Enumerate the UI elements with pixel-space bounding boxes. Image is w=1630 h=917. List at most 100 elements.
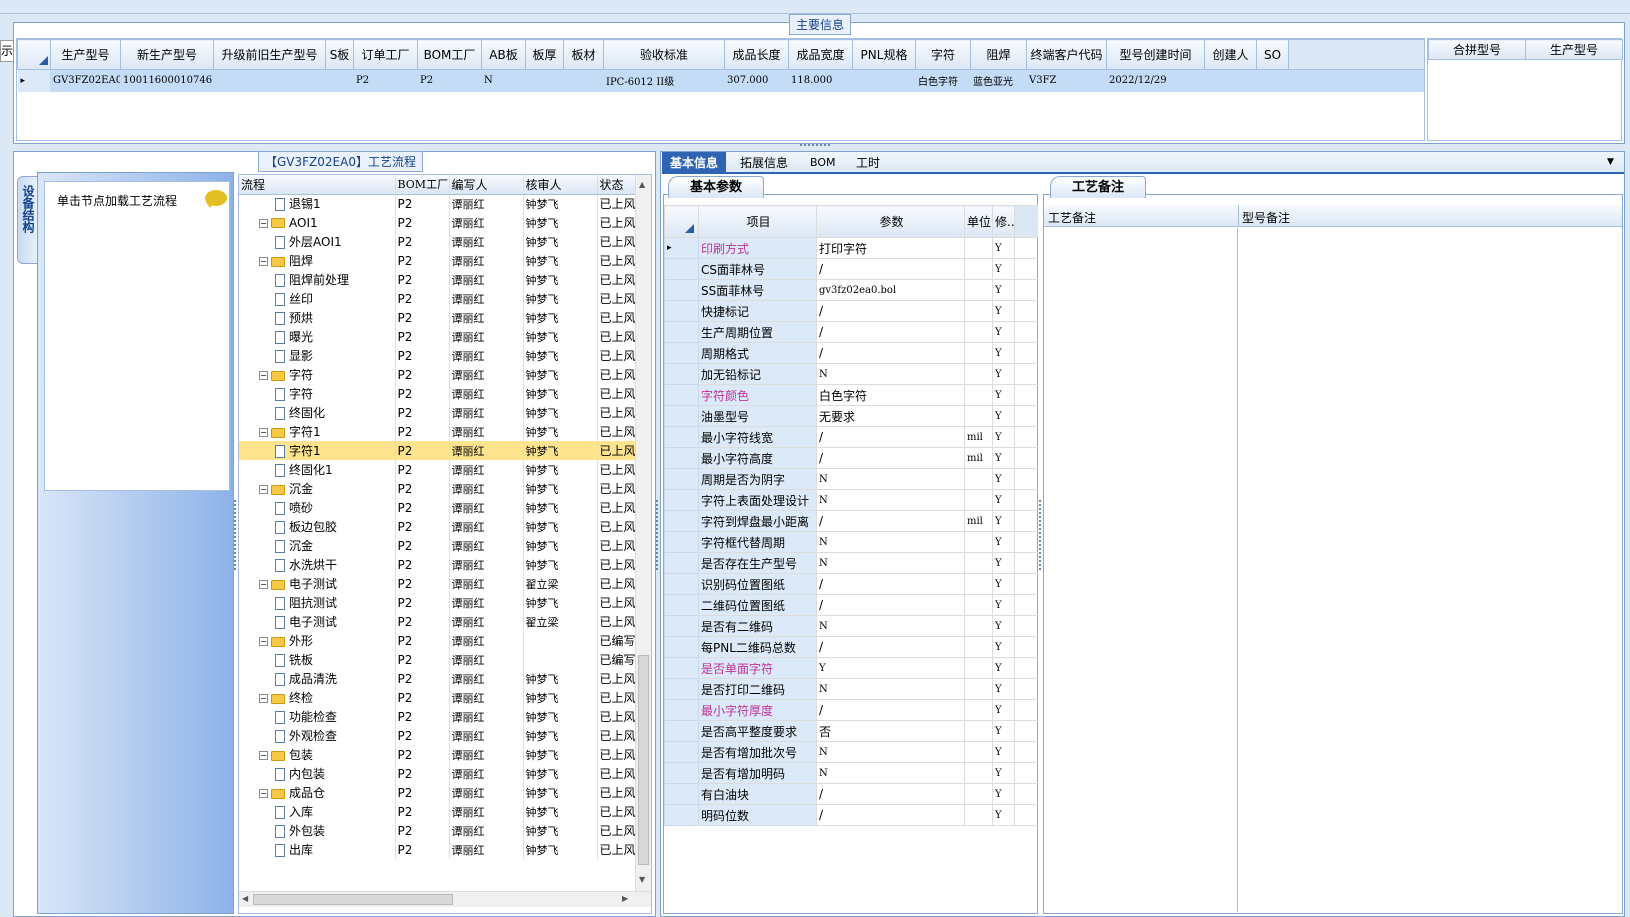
param-row[interactable]: 是否有二维码 N Y [664, 615, 1038, 637]
param-row[interactable]: 字符框代替周期 N Y [664, 531, 1038, 553]
main-col-header[interactable]: 型号创建时间 [1106, 39, 1205, 70]
flow-row[interactable]: 沉金 P2 谭丽红 钟梦飞 已上风 [239, 536, 636, 555]
params-section-tab[interactable]: 基本参数 [668, 176, 764, 198]
flow-col-header[interactable]: 流程 [239, 175, 396, 195]
param-value[interactable]: / [816, 426, 965, 448]
param-row[interactable]: 有白油块 / Y [664, 783, 1038, 805]
param-value[interactable]: / [816, 573, 965, 595]
main-col-header[interactable]: 板厚 [525, 39, 564, 70]
main-col-header[interactable]: SO [1256, 39, 1289, 70]
param-value[interactable]: N [816, 762, 965, 784]
param-value[interactable]: / [816, 699, 965, 721]
main-col-header[interactable]: S板 [325, 39, 354, 70]
param-row[interactable]: 是否有增加明码 N Y [664, 762, 1038, 784]
col-item-header[interactable]: 项目 [698, 205, 817, 238]
collapse-icon[interactable]: − [259, 218, 268, 228]
param-value[interactable]: N [816, 468, 965, 490]
main-col-header[interactable]: 创建人 [1204, 39, 1257, 70]
flow-row[interactable]: 外包装 P2 谭丽红 钟梦飞 已上风 [239, 821, 636, 840]
flow-col-header[interactable]: 状态 [597, 175, 636, 195]
tab-bom[interactable]: BOM [802, 152, 844, 174]
param-row[interactable]: SS面菲林号 gv3fz02ea0.bol Y [664, 279, 1038, 301]
flow-row[interactable]: 铣板 P2 谭丽红 已编写 [239, 650, 636, 669]
process-remark-text[interactable] [1044, 228, 1238, 912]
param-value[interactable]: N [816, 741, 965, 763]
collapse-icon[interactable]: − [259, 580, 268, 589]
collapse-icon[interactable]: − [259, 637, 268, 646]
flow-col-header[interactable]: 编写人 [449, 175, 524, 195]
flow-row[interactable]: − 阻焊 P2 谭丽红 钟梦飞 已上风 [239, 251, 636, 270]
flow-row[interactable]: − 字符 P2 谭丽红 钟梦飞 已上风 [239, 365, 636, 384]
vertical-splitter-0[interactable] [234, 500, 238, 570]
dropdown-arrow-icon[interactable]: ▼ [1607, 157, 1614, 167]
param-row[interactable]: ▸ 印刷方式 打印字符 Y [664, 237, 1038, 259]
main-col-header[interactable]: 阻焊 [970, 39, 1027, 70]
flow-row[interactable]: 字符 P2 谭丽红 钟梦飞 已上风 [239, 384, 636, 403]
main-col-header[interactable]: 成品长度 [724, 39, 789, 70]
main-info-row[interactable]: ▸ GV3FZ02EA0 10011600010746 P2 P2 N IPC-6012 I… [17, 69, 1424, 92]
flow-row[interactable]: 阻抗测试 P2 谭丽红 钟梦飞 已上风 [239, 593, 636, 612]
main-cell[interactable]: N [481, 69, 526, 92]
flow-hscroll-thumb[interactable] [253, 894, 453, 905]
process-remark-header[interactable]: 工艺备注 [1048, 209, 1096, 226]
param-value[interactable]: / [816, 783, 965, 805]
param-value[interactable]: 无要求 [816, 405, 965, 427]
collapse-icon[interactable]: − [259, 751, 268, 760]
flow-row[interactable]: 显影 P2 谭丽红 钟梦飞 已上风 [239, 346, 636, 365]
param-row[interactable]: 最小字符线宽 / mil Y [664, 426, 1038, 448]
merge-model-header[interactable]: 合拼型号 [1428, 39, 1526, 60]
flow-row[interactable]: − 成品仓 P2 谭丽红 钟梦飞 已上风 [239, 783, 636, 802]
flow-row[interactable]: 出库 P2 谭丽红 钟梦飞 已上风 [239, 840, 636, 859]
param-row[interactable]: 是否高平整度要求否 Y [664, 720, 1038, 742]
main-col-header[interactable]: 成品宽度 [788, 39, 853, 70]
main-col-header[interactable]: 新生产型号 [120, 39, 214, 70]
param-row[interactable]: 二维码位置图纸 / Y [664, 594, 1038, 616]
param-value[interactable]: Y [816, 657, 965, 679]
main-col-header[interactable]: 板材 [563, 39, 604, 70]
col-param-header[interactable]: 参数 [816, 205, 965, 238]
flow-row[interactable]: − 包装 P2 谭丽红 钟梦飞 已上风 [239, 745, 636, 764]
flow-row[interactable]: 曝光 P2 谭丽红 钟梦飞 已上风 [239, 327, 636, 346]
param-value[interactable]: / [816, 594, 965, 616]
tab-extended-info[interactable]: 拓展信息 [732, 152, 796, 174]
param-row[interactable]: 最小字符厚度 / Y [664, 699, 1038, 721]
flow-row[interactable]: − 电子测试 P2 谭丽红 翟立梁 已上风 [239, 574, 636, 593]
scroll-right-arrow[interactable]: ▶ [622, 894, 628, 903]
param-value[interactable]: / [816, 300, 965, 322]
param-value[interactable]: / [816, 636, 965, 658]
main-cell[interactable] [525, 69, 564, 92]
param-row[interactable]: 明码位数 / Y [664, 804, 1038, 826]
model-remark-header[interactable]: 型号备注 [1242, 209, 1290, 226]
param-value[interactable]: 白色字符 [816, 384, 965, 406]
flow-row[interactable]: 电子测试 P2 谭丽红 翟立梁 已上风 [239, 612, 636, 631]
main-cell[interactable]: V3FZ [1026, 69, 1107, 92]
main-cell[interactable]: GV3FZ02EA0 [50, 69, 121, 92]
collapse-icon[interactable]: − [259, 694, 268, 703]
flow-row[interactable]: 板边包胶 P2 谭丽红 钟梦飞 已上风 [239, 517, 636, 536]
param-row[interactable]: 识别码位置图纸 / Y [664, 573, 1038, 595]
main-cell[interactable] [213, 69, 326, 92]
flow-row[interactable]: 退锡1 P2 谭丽红 钟梦飞 已上风 [239, 194, 636, 213]
param-row[interactable]: 油墨型号 无要求 Y [664, 405, 1038, 427]
main-col-header[interactable]: 终端客户代码 [1026, 39, 1107, 70]
param-value[interactable]: N [816, 678, 965, 700]
flow-vscrollbar[interactable]: ▲ ▼ [635, 175, 651, 891]
collapse-icon[interactable]: − [259, 257, 268, 266]
collapse-icon[interactable]: − [259, 485, 268, 494]
param-value[interactable]: N [816, 489, 965, 511]
main-cell[interactable] [325, 69, 354, 92]
main-col-header[interactable]: 订单工厂 [353, 39, 418, 70]
col-unit-header[interactable]: 单位 [964, 205, 993, 238]
main-col-header[interactable]: BOM工厂 [417, 39, 482, 70]
flow-col-header[interactable]: BOM工厂 [395, 175, 450, 195]
vertical-splitter-2[interactable] [1039, 500, 1043, 570]
main-cell[interactable]: 118.000 [788, 69, 853, 92]
remarks-section-tab[interactable]: 工艺备注 [1050, 176, 1146, 198]
flow-row[interactable]: 外观检查 P2 谭丽红 钟梦飞 已上风 [239, 726, 636, 745]
scroll-down-arrow[interactable]: ▼ [639, 875, 645, 884]
flow-col-header[interactable]: 核审人 [523, 175, 598, 195]
main-col-header[interactable]: 验收标准 [603, 39, 725, 70]
param-row[interactable]: 字符到焊盘最小距离 / mil Y [664, 510, 1038, 532]
collapse-icon[interactable]: − [259, 428, 268, 437]
col-mod-header[interactable]: 修... [992, 205, 1015, 238]
